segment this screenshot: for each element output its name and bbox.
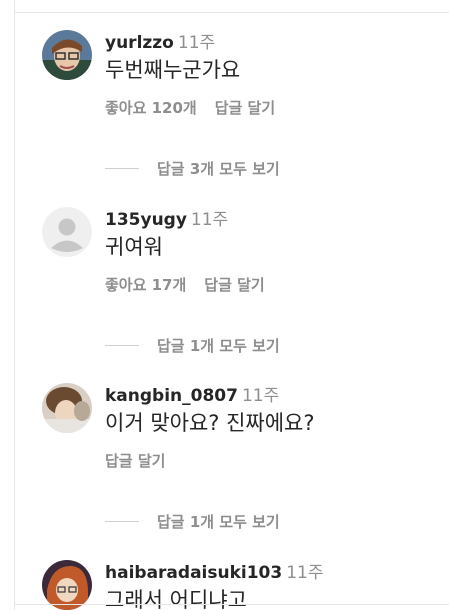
comment-time[interactable]: 11주 bbox=[242, 386, 279, 406]
reply-button[interactable]: 답글 달기 bbox=[215, 99, 275, 117]
comment-text: 그래서 어디냐고 bbox=[105, 588, 247, 610]
comment-username[interactable]: kangbin_0807 bbox=[105, 386, 238, 406]
view-replies-button[interactable]: 답글 1개 모두 보기 bbox=[105, 511, 280, 532]
avatar[interactable] bbox=[42, 30, 92, 80]
default-avatar-icon bbox=[42, 207, 92, 257]
divider-line bbox=[105, 345, 139, 346]
avatar[interactable] bbox=[42, 207, 92, 257]
panel-top-border bbox=[14, 12, 449, 13]
comment-username[interactable]: haibaradaisuki103 bbox=[105, 563, 282, 583]
comment-text: 두번째누군가요 bbox=[105, 58, 241, 82]
likes-count[interactable]: 좋아요 17개 bbox=[105, 276, 186, 294]
comment-time[interactable]: 11주 bbox=[178, 33, 215, 53]
panel-bottom-border bbox=[14, 604, 449, 605]
likes-count[interactable]: 좋아요 120개 bbox=[105, 99, 197, 117]
divider-line bbox=[105, 168, 139, 169]
comment-username[interactable]: 135yugy bbox=[105, 210, 187, 230]
comment-text: 이거 맞아요? 진짜에요? bbox=[105, 411, 315, 435]
comment-time[interactable]: 11주 bbox=[286, 563, 323, 583]
panel-left-border bbox=[14, 0, 15, 610]
comment-username[interactable]: yurlzzo bbox=[105, 33, 174, 53]
view-replies-button[interactable]: 답글 1개 모두 보기 bbox=[105, 335, 280, 356]
divider-line bbox=[105, 521, 139, 522]
reply-button[interactable]: 답글 달기 bbox=[204, 276, 264, 294]
comment-time[interactable]: 11주 bbox=[191, 210, 228, 230]
reply-button[interactable]: 답글 달기 bbox=[105, 452, 165, 470]
avatar[interactable] bbox=[42, 560, 92, 610]
view-replies-label[interactable]: 답글 3개 모두 보기 bbox=[157, 158, 280, 179]
comment-text: 귀여워 bbox=[105, 235, 163, 259]
view-replies-label[interactable]: 답글 1개 모두 보기 bbox=[157, 511, 280, 532]
view-replies-button[interactable]: 답글 3개 모두 보기 bbox=[105, 158, 280, 179]
avatar[interactable] bbox=[42, 383, 92, 433]
view-replies-label[interactable]: 답글 1개 모두 보기 bbox=[157, 335, 280, 356]
